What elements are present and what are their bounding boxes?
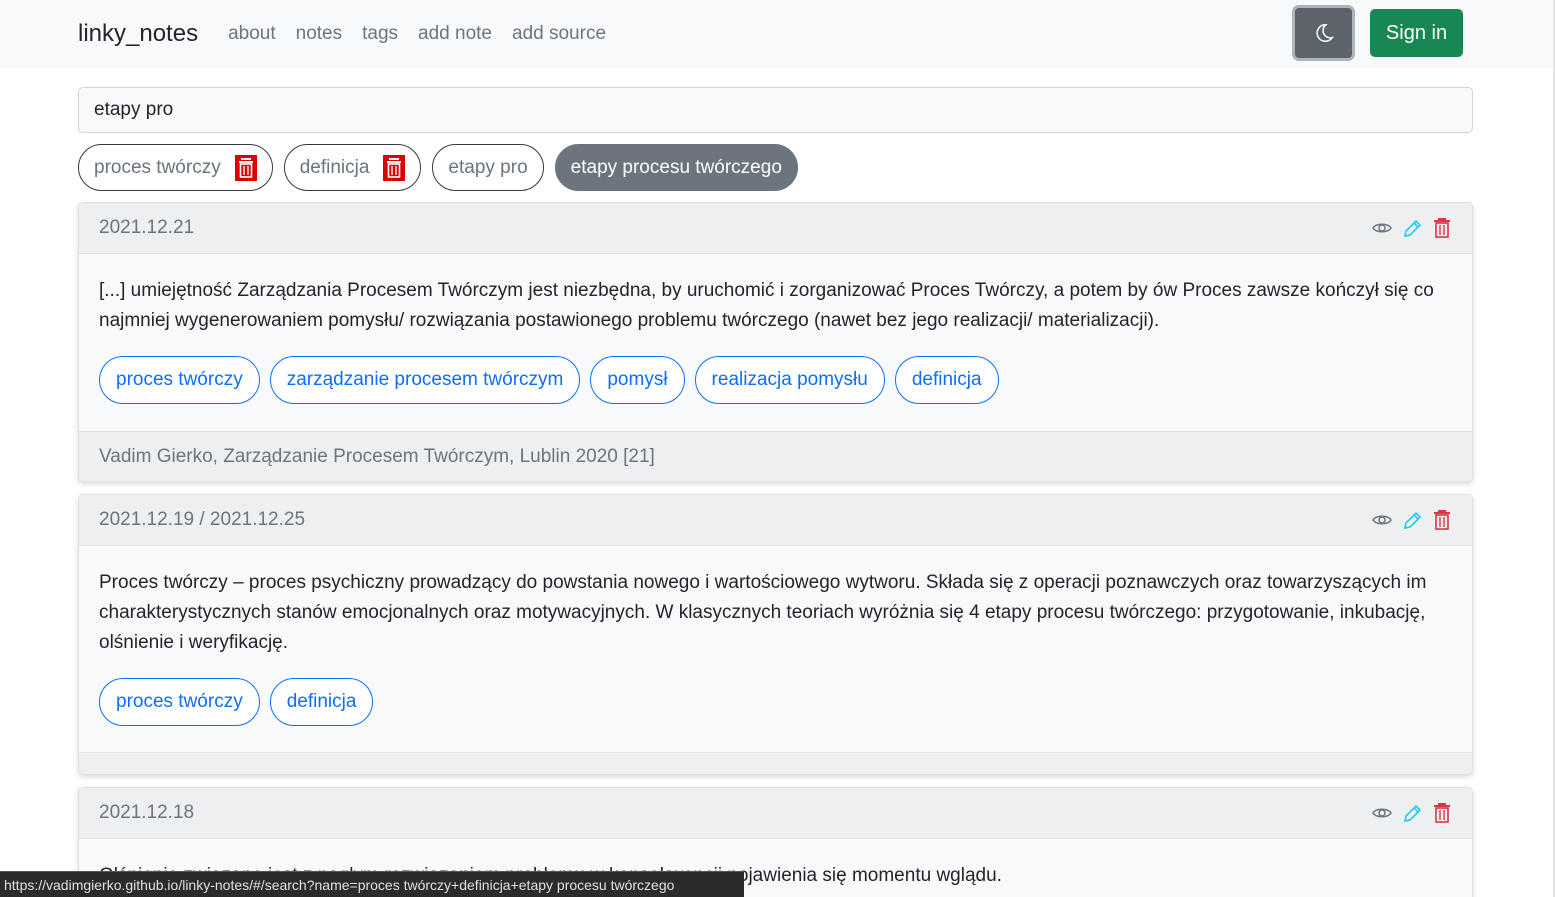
filter-chips: proces twórczy definicja etapy pro etapy… [78, 144, 798, 191]
note-card-header: 2021.12.21 [79, 203, 1472, 254]
trash-icon[interactable] [234, 154, 257, 181]
note-tag[interactable]: zarządzanie procesem twórczym [269, 356, 581, 404]
filter-chip[interactable]: proces twórczy [78, 144, 273, 191]
note-text: Proces twórczy – proces psychiczny prowa… [99, 572, 1427, 653]
note-tag[interactable]: proces twórczy [99, 356, 260, 404]
trash-icon[interactable] [1432, 509, 1452, 531]
note-date: 2021.12.18 [99, 802, 195, 823]
note-tag[interactable]: pomysł [590, 356, 685, 404]
eye-icon[interactable] [1372, 509, 1392, 531]
note-source: Vadim Gierko, Zarządzanie Procesem Twórc… [79, 431, 1472, 481]
note-text: [...] umiejętność Zarządzania Procesem T… [99, 280, 1434, 331]
note-actions [1372, 509, 1452, 531]
dark-mode-toggle-button[interactable] [1292, 5, 1355, 61]
brand-logo[interactable]: linky_notes [78, 20, 198, 48]
filter-chip-label: etapy procesu twórczego [570, 156, 782, 178]
filter-chip-active[interactable]: etapy procesu twórczego [554, 144, 798, 191]
note-date: 2021.12.19 / 2021.12.25 [99, 509, 306, 530]
note-tags: proces twórczy definicja [99, 678, 1452, 726]
note-card-body: [...] umiejętność Zarządzania Procesem T… [79, 254, 1472, 404]
sign-in-button[interactable]: Sign in [1370, 9, 1463, 57]
note-source [79, 752, 1472, 774]
eye-icon[interactable] [1372, 802, 1392, 824]
note-card: 2021.12.19 / 2021.12.25 Proces twórczy –… [78, 494, 1473, 775]
note-actions [1372, 217, 1452, 239]
note-card-header: 2021.12.19 / 2021.12.25 [79, 495, 1472, 546]
note-tags: proces twórczy zarządzanie procesem twór… [99, 356, 1452, 404]
nav-link-tags[interactable]: tags [362, 23, 398, 45]
moon-icon [1315, 24, 1334, 42]
filter-chip-label: proces twórczy [94, 156, 221, 178]
filter-chip[interactable]: etapy pro [432, 144, 544, 191]
filter-chip[interactable]: definicja [283, 144, 422, 191]
nav-link-add-note[interactable]: add note [418, 23, 492, 45]
status-bar-url: https://vadimgierko.github.io/linky-note… [0, 871, 744, 897]
note-date: 2021.12.21 [99, 217, 195, 238]
note-tag[interactable]: realizacja pomysłu [694, 356, 885, 404]
pencil-icon[interactable] [1402, 217, 1422, 239]
eye-icon[interactable] [1372, 217, 1392, 239]
pencil-icon[interactable] [1402, 509, 1422, 531]
note-card-header: 2021.12.18 [79, 788, 1472, 839]
nav-links: about notes tags add note add source [228, 23, 606, 45]
filter-chip-label: definicja [299, 156, 370, 178]
search-input[interactable]: etapy pro [78, 87, 1473, 133]
trash-icon[interactable] [383, 154, 406, 181]
note-card-body: Proces twórczy – proces psychiczny prowa… [79, 546, 1472, 726]
note-actions [1372, 802, 1452, 824]
top-navbar: linky_notes about notes tags add note ad… [0, 0, 1555, 68]
note-tag[interactable]: definicja [894, 356, 999, 404]
note-card: 2021.12.21 [...] umiejętność Zarządzania… [78, 202, 1473, 482]
filter-chip-label: etapy pro [448, 156, 528, 178]
nav-link-add-source[interactable]: add source [512, 23, 606, 45]
pencil-icon[interactable] [1402, 802, 1422, 824]
trash-icon[interactable] [1432, 802, 1452, 824]
note-tag[interactable]: proces twórczy [99, 678, 260, 726]
nav-link-about[interactable]: about [228, 23, 276, 45]
nav-link-notes[interactable]: notes [296, 23, 342, 45]
note-tag[interactable]: definicja [269, 678, 374, 726]
trash-icon[interactable] [1432, 217, 1452, 239]
